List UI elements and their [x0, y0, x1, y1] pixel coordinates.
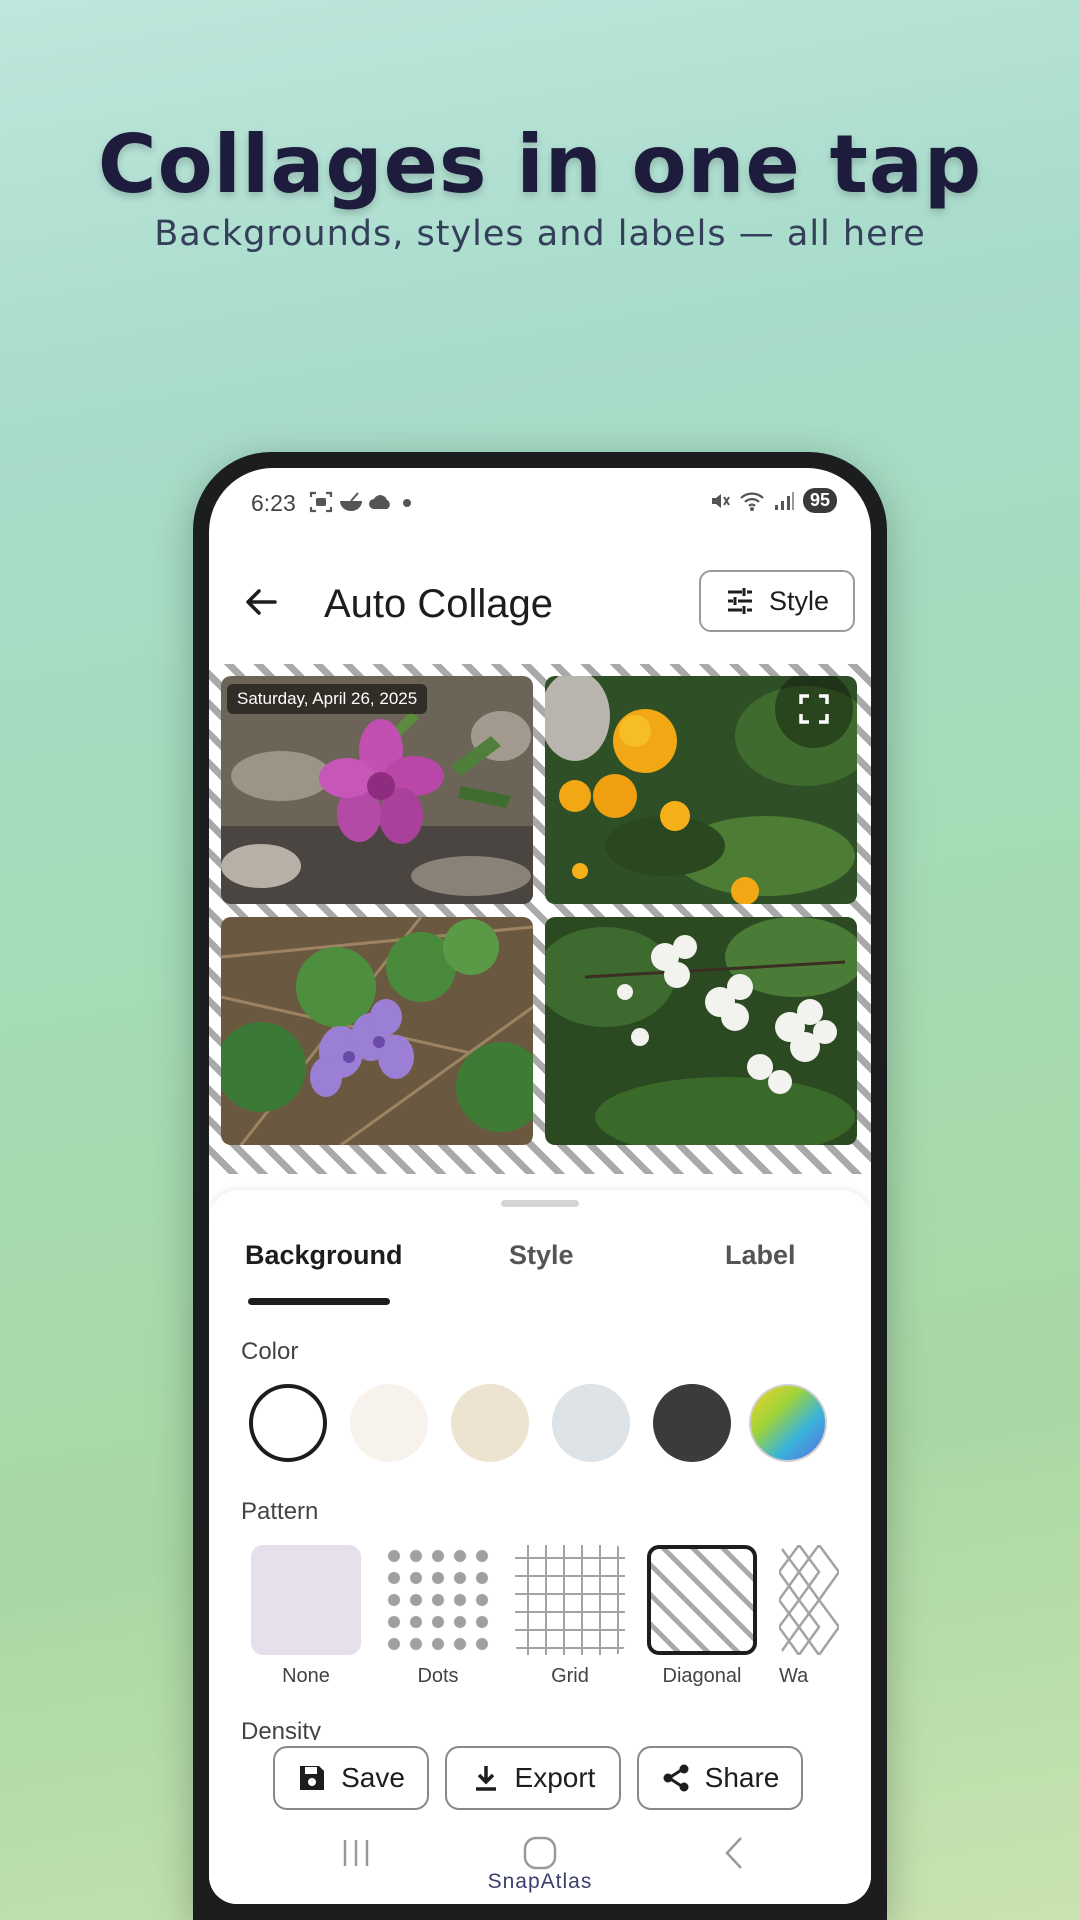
color-swatch-white[interactable]: [249, 1384, 327, 1462]
color-section-label: Color: [241, 1338, 299, 1365]
collage-photo[interactable]: [545, 917, 857, 1145]
pattern-label-none: None: [282, 1665, 330, 1687]
color-swatch-dark-gray[interactable]: [653, 1384, 731, 1462]
color-swatch-light-gray[interactable]: [552, 1384, 630, 1462]
dot-icon: [402, 498, 411, 507]
cloud-icon: [369, 494, 390, 509]
style-button-label: Style: [768, 585, 830, 616]
save-button-label: Save: [341, 1762, 405, 1793]
color-swatch-beige[interactable]: [451, 1384, 529, 1462]
signal-icon: [774, 491, 794, 510]
back-button[interactable]: [241, 582, 281, 622]
system-nav-bar: SnapAtlas: [209, 1814, 871, 1904]
bowl-icon: [339, 492, 362, 511]
purple-ground-ivy-photo: [221, 917, 533, 1145]
fullscreen-icon: [799, 694, 829, 724]
tab-label[interactable]: Label: [725, 1240, 796, 1271]
export-button-label: Export: [514, 1762, 596, 1793]
pattern-section-label: Pattern: [241, 1498, 319, 1525]
status-time: 6:23: [251, 490, 296, 516]
mute-icon: [711, 493, 730, 508]
back-nav-icon[interactable]: [717, 1836, 751, 1870]
collage-photo[interactable]: Saturday, April 26, 2025: [221, 676, 533, 904]
promo-subtitle: Backgrounds, styles and labels — all her…: [154, 214, 926, 254]
phone-frame: 6:23 95 Auto Collage Style Saturday, Apr…: [193, 452, 887, 1920]
active-tab-indicator: [248, 1298, 390, 1305]
share-button-label: Share: [704, 1762, 780, 1793]
pattern-label-dots: Dots: [417, 1665, 459, 1687]
tab-style[interactable]: Style: [509, 1240, 574, 1271]
save-icon: [300, 1766, 325, 1790]
recent-apps-icon[interactable]: [339, 1836, 373, 1870]
collage-photo[interactable]: [545, 676, 857, 904]
screenshot-icon: [309, 491, 333, 512]
pattern-option-diagonal[interactable]: [647, 1545, 757, 1655]
promo-title: Collages in one tap: [97, 118, 983, 211]
collage-photo[interactable]: [221, 917, 533, 1145]
style-button[interactable]: Style: [699, 570, 855, 632]
phone-screen: 6:23 95 Auto Collage Style Saturday, Apr…: [209, 468, 871, 1904]
sliders-icon: [727, 588, 752, 614]
status-icons: 95: [709, 488, 837, 513]
arrow-left-icon: [246, 589, 277, 615]
download-icon: [475, 1766, 496, 1791]
home-icon[interactable]: [523, 1836, 557, 1870]
density-section-label: Density: [241, 1718, 322, 1740]
share-icon: [663, 1764, 689, 1792]
pattern-option-grid[interactable]: [515, 1545, 625, 1655]
wave-pattern-icon: [779, 1545, 839, 1655]
style-bottom-sheet: Background Style Label Color Pattern Non…: [209, 1190, 871, 1904]
battery-indicator: 95: [802, 488, 837, 513]
action-bar: Save Export Share: [209, 1746, 871, 1810]
collage-preview[interactable]: Saturday, April 26, 2025: [209, 664, 871, 1174]
color-swatch-rainbow[interactable]: [749, 1384, 827, 1462]
sheet-tabs: Background Style Label: [209, 1240, 871, 1300]
pattern-option-dots[interactable]: [383, 1545, 493, 1655]
white-cherry-blossom-photo: [545, 917, 857, 1145]
status-bar: 6:23 95: [209, 468, 871, 532]
app-bar: Auto Collage Style: [209, 548, 871, 648]
share-button[interactable]: Share: [637, 1746, 803, 1810]
pattern-label-diagonal: Diagonal: [662, 1665, 742, 1687]
export-button[interactable]: Export: [445, 1746, 621, 1810]
pattern-label-wave: Wa: [779, 1665, 809, 1687]
sheet-handle[interactable]: [501, 1200, 579, 1207]
date-label: Saturday, April 26, 2025: [227, 684, 428, 714]
brand-label: SnapAtlas: [487, 1870, 593, 1893]
save-button[interactable]: Save: [273, 1746, 429, 1810]
pattern-option-wave[interactable]: [779, 1545, 839, 1655]
notification-icons: [309, 490, 414, 513]
page-title: Auto Collage: [324, 582, 554, 626]
pattern-option-none[interactable]: [251, 1545, 361, 1655]
color-swatch-cream[interactable]: [350, 1384, 428, 1462]
wifi-icon: [740, 492, 764, 511]
tab-background[interactable]: Background: [245, 1240, 403, 1271]
pattern-label-grid: Grid: [551, 1665, 589, 1687]
